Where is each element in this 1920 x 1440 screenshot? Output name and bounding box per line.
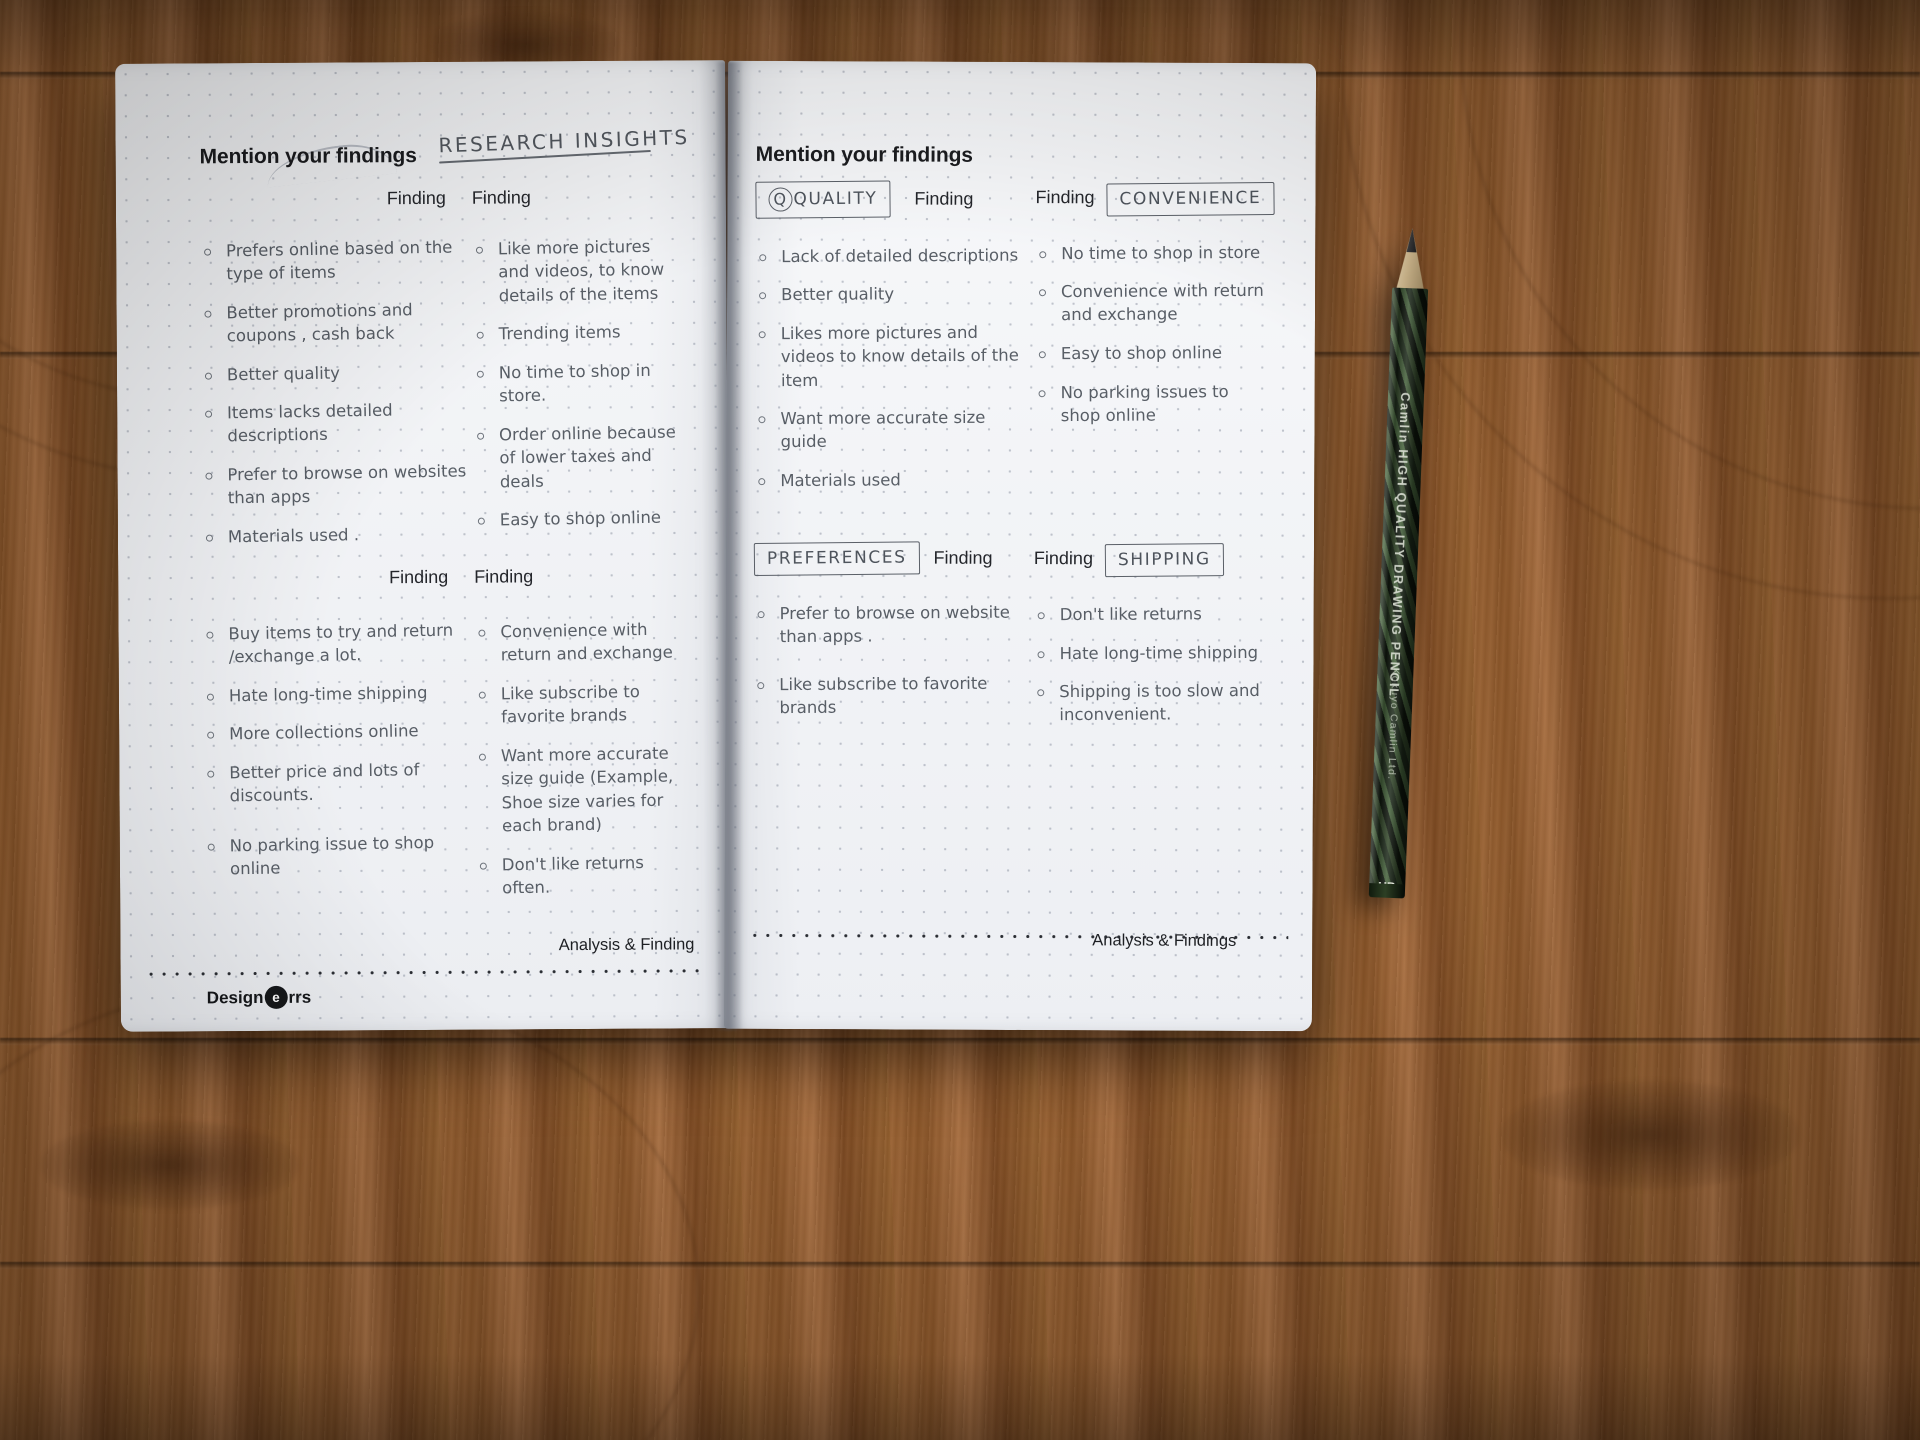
photo-vignette xyxy=(0,0,1920,1440)
desk-scene: Mention your findings RESEARCH INSIGHTS … xyxy=(0,0,1920,1440)
